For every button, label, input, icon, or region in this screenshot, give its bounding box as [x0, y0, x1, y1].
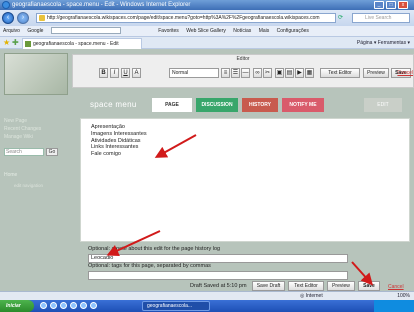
wiki-search-go-button[interactable]: Go	[46, 148, 58, 156]
tab-page[interactable]: PAGE	[152, 98, 192, 112]
toolbar-item-web-slice[interactable]: Web Slice Gallery	[186, 28, 226, 34]
tags-label: Optional: tags for this page, separated …	[88, 263, 211, 269]
quicklaunch-icon[interactable]	[50, 302, 57, 309]
list-item[interactable]: Atividades Didáticas	[91, 138, 147, 145]
quicklaunch-icon[interactable]	[80, 302, 87, 309]
tab-edit[interactable]: EDIT	[364, 98, 402, 112]
google-search-box[interactable]	[50, 27, 121, 35]
wiki-search-input[interactable]: Search	[4, 148, 44, 156]
quicklaunch-icon[interactable]	[70, 302, 77, 309]
editor-content-area[interactable]: Apresentação Imagens Interessantes Ativi…	[80, 118, 410, 242]
image-icon[interactable]: ▣	[275, 68, 284, 78]
quicklaunch-icon[interactable]	[40, 302, 47, 309]
close-button[interactable]: x	[398, 1, 408, 9]
sidebar-item-recent-changes[interactable]: Recent Changes	[4, 125, 68, 133]
refresh-icon[interactable]: ⟳	[338, 14, 343, 21]
preview-button[interactable]: Preview	[363, 68, 389, 78]
sidebar-item-manage-wiki[interactable]: Manage Wiki	[4, 133, 68, 141]
toolbar-item-file[interactable]: Arquivo	[3, 28, 20, 34]
bold-button[interactable]: B	[99, 68, 108, 78]
back-button[interactable]: ‹	[2, 12, 14, 24]
wiki-sidebar: New Page Recent Changes Manage Wiki Sear…	[4, 117, 68, 197]
tab-history[interactable]: HISTORY	[242, 98, 278, 112]
favorites-star-icon[interactable]: ★	[3, 39, 10, 47]
minimize-button[interactable]: _	[374, 1, 384, 9]
cancel-link[interactable]: Cancel	[397, 70, 413, 76]
windows-taskbar: Iniciar geografianaescola...	[0, 300, 414, 312]
address-row: ‹ › http://geografianaescola.wikispaces.…	[0, 10, 414, 26]
save-draft-button[interactable]: Save Draft	[252, 281, 285, 291]
underline-button[interactable]: U	[121, 68, 130, 78]
tab-discussion[interactable]: DISCUSSION	[196, 98, 238, 112]
numbered-list-icon[interactable]: ≡	[221, 68, 230, 78]
start-button[interactable]: Iniciar	[0, 300, 34, 312]
edit-navigation-link[interactable]: edit navigation	[14, 183, 43, 188]
save-button-bottom[interactable]: Save	[358, 281, 380, 291]
edit-note-label: Optional: a note about this edit for the…	[88, 246, 221, 252]
forward-button[interactable]: ›	[17, 12, 29, 24]
status-bar: ◎ Internet 100%	[0, 291, 414, 300]
bulleted-list-icon[interactable]: ☰	[231, 68, 240, 78]
window-title-bar: geografianaescola - space.menu - Edit - …	[0, 0, 414, 10]
table-icon[interactable]: ▦	[305, 68, 314, 78]
links-toolbar: Arquivo Google Favorites Web Slice Galle…	[0, 26, 414, 37]
add-favorite-icon[interactable]: ✚	[12, 39, 19, 47]
list-item[interactable]: Imagens Interessantes	[91, 131, 147, 138]
cancel-link-bottom[interactable]: Cancel	[388, 284, 404, 290]
address-bar[interactable]: http://geografianaescola.wikispaces.com/…	[36, 13, 336, 23]
quicklaunch-icon[interactable]	[90, 302, 97, 309]
menu-links-list: Apresentação Imagens Interessantes Ativi…	[91, 124, 147, 158]
taskbar-window-button[interactable]: geografianaescola...	[142, 301, 210, 311]
edit-note-input[interactable]: Leocadio	[88, 254, 348, 263]
font-color-icon[interactable]: A	[132, 68, 141, 78]
security-zone: ◎ Internet	[300, 293, 323, 299]
horizontal-rule-icon[interactable]: —	[241, 68, 250, 78]
toolbar-item-settings[interactable]: Configurações	[277, 28, 309, 34]
list-item[interactable]: Links Interessantes	[91, 144, 147, 151]
tab-title: geografianaescola - space.menu - Edit	[33, 41, 119, 47]
file-icon[interactable]: ▤	[285, 68, 294, 78]
unlink-icon[interactable]: ✂	[263, 68, 272, 78]
list-item[interactable]: Fale comigo	[91, 151, 147, 158]
page-icon	[39, 15, 45, 21]
toolbar-item-news[interactable]: Notícias	[233, 28, 251, 34]
command-bar[interactable]: Página ▾ Ferramentas ▾	[357, 38, 410, 48]
browser-tab[interactable]: geografianaescola - space.menu - Edit	[22, 38, 142, 49]
live-search-input[interactable]: Live Search	[352, 13, 410, 23]
italic-button[interactable]: I	[110, 68, 119, 78]
window-title: geografianaescola - space.menu - Edit - …	[12, 2, 191, 8]
editor-toolbar: Editor B I U A Normal ≡ ☰ — ∞ ✂ ▣ ▤ ▶ ▦ …	[72, 54, 414, 88]
system-tray	[374, 300, 414, 312]
quicklaunch-icon[interactable]	[60, 302, 67, 309]
wiki-logo-image	[4, 53, 68, 95]
sidebar-item-new-page[interactable]: New Page	[4, 117, 68, 125]
site-favicon-icon	[25, 41, 31, 47]
sidebar-home-label[interactable]: Home	[4, 172, 17, 178]
text-editor-button-bottom[interactable]: Text Editor	[288, 281, 324, 291]
maximize-button[interactable]: □	[386, 1, 396, 9]
video-icon[interactable]: ▶	[295, 68, 304, 78]
text-editor-button[interactable]: Text Editor	[320, 68, 360, 78]
address-text: http://geografianaescola.wikispaces.com/…	[47, 15, 320, 21]
internet-explorer-icon	[2, 1, 10, 9]
toolbar-item-google[interactable]: Google	[27, 28, 43, 34]
page-title: space menu	[90, 100, 137, 109]
zoom-level[interactable]: 100%	[397, 292, 410, 300]
draft-saved-status: Draft Saved at 5:10 pm	[190, 283, 247, 289]
preview-button-bottom[interactable]: Preview	[327, 281, 355, 291]
wiki-navigation: space menu PAGE DISCUSSION HISTORY NOTIF…	[72, 92, 414, 118]
toolbar-item-more[interactable]: Mais	[259, 28, 270, 34]
editor-label: Editor	[236, 56, 250, 62]
paragraph-style-select[interactable]: Normal	[169, 68, 219, 78]
list-item[interactable]: Apresentação	[91, 124, 147, 131]
tags-input[interactable]	[88, 271, 348, 280]
toolbar-item-favorites[interactable]: Favorites	[158, 28, 179, 34]
zone-label: Internet	[305, 293, 323, 299]
tab-notify-me[interactable]: NOTIFY ME	[282, 98, 324, 112]
link-icon[interactable]: ∞	[253, 68, 262, 78]
tab-row: ★ ✚ geografianaescola - space.menu - Edi…	[0, 37, 414, 49]
